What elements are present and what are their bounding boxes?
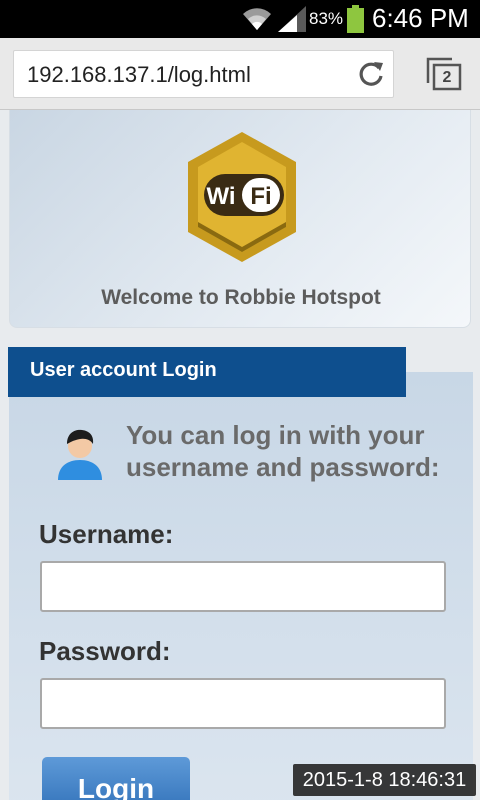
timestamp-overlay: 2015-1-8 18:46:31 [293,764,476,796]
login-header: User account Login [8,347,406,397]
tab-count: 2 [442,69,452,86]
clock: 6:46 PM [372,3,469,33]
login-instructions: You can log in with your username and pa… [126,420,440,482]
url-bar[interactable]: 192.168.137.1/log.html [13,50,394,98]
logo-wi-text: Wi [206,183,235,210]
status-bar: 83% 6:46 PM [0,0,480,38]
url-text: 192.168.137.1/log.html [27,62,251,87]
browser-toolbar: 192.168.137.1/log.html 2 [0,38,480,110]
password-label: Password: [39,636,171,666]
battery-icon [347,5,364,33]
signal-icon [278,6,306,32]
username-field[interactable] [40,561,446,612]
welcome-panel: Wi Fi Welcome to Robbie Hotspot [9,110,471,328]
login-header-text: User account Login [30,359,217,381]
wifi-icon [243,8,271,30]
logo-fi-text: Fi [250,183,271,210]
welcome-title: Welcome to Robbie Hotspot [101,286,381,309]
user-icon [58,429,102,480]
reload-icon[interactable] [357,60,385,88]
wifi-logo: Wi Fi [188,132,296,262]
username-label: Username: [39,519,174,549]
battery-percent: 83% [309,9,344,28]
login-button[interactable]: Login [42,757,190,800]
password-field[interactable] [40,678,446,729]
